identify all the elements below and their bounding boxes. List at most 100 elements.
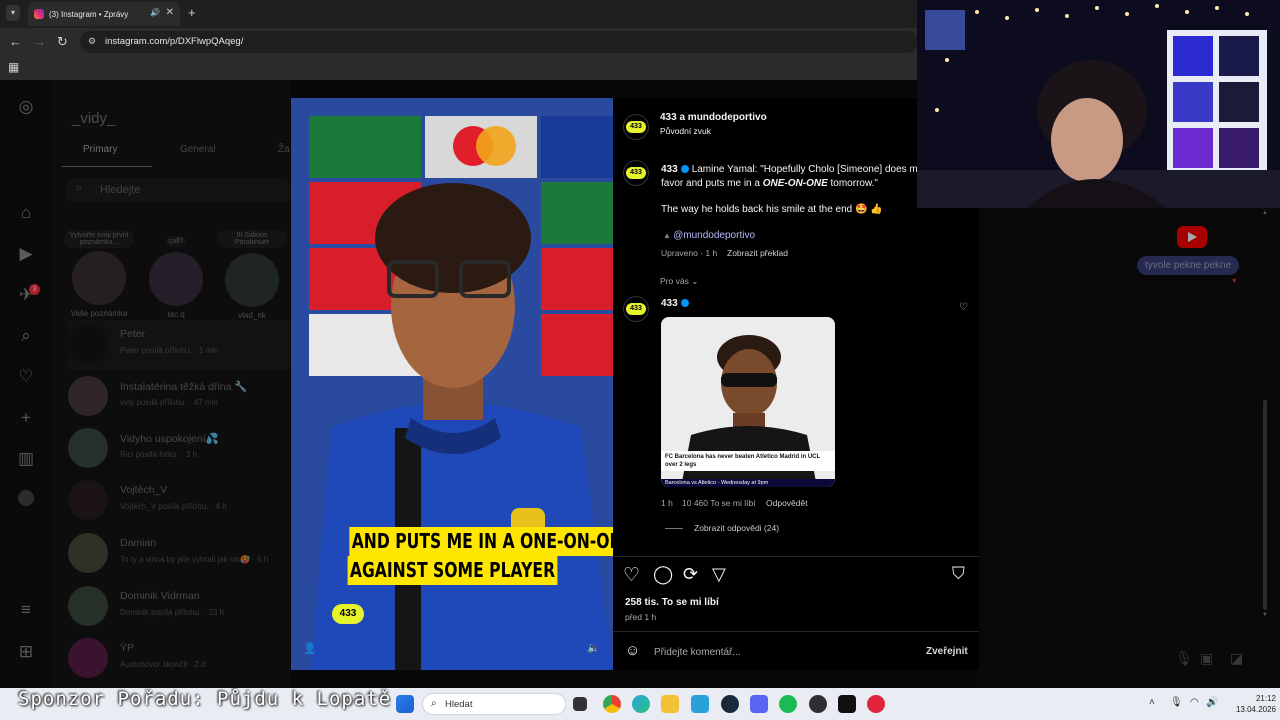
discord-icon[interactable] — [750, 695, 768, 713]
wifi-icon[interactable]: ◠ — [1190, 697, 1199, 708]
conversation-item[interactable]: Instalatérina těžká dřina 🔧 viný posílá … — [68, 372, 290, 422]
conversation-item[interactable]: Vojtěch_V Vojtěch_V posílá přílohu. · 4 … — [68, 476, 290, 526]
comment-username[interactable]: 433 — [661, 298, 692, 309]
caption-line-1: AND PUTS ME IN A ONE-ON-ONE — [349, 527, 613, 556]
conversation-item[interactable]: Vidyho uspokojení💦 Rici posílá fotku. · … — [68, 424, 290, 474]
comment-image[interactable]: FC Barcelona has never beaten Atletico M… — [661, 317, 835, 487]
search-icon[interactable]: ⌕ — [16, 326, 36, 346]
mention-link[interactable]: ▲ @mundodeportivo — [663, 230, 755, 241]
author-avatar[interactable] — [623, 114, 649, 140]
likes-count[interactable]: 258 tis. To se mi líbí — [625, 597, 719, 608]
more-menu-icon[interactable]: ≡ — [16, 600, 36, 620]
for-you-dropdown[interactable]: Pro vás ⌄ — [660, 276, 698, 287]
obs-icon[interactable] — [809, 695, 827, 713]
volume-icon[interactable]: 🔊 — [1206, 697, 1218, 708]
tray-mic-icon[interactable]: 🎙 — [1170, 697, 1183, 708]
microphone-icon[interactable]: 🎙 — [1175, 650, 1193, 667]
tab-general[interactable]: General — [180, 144, 216, 155]
publish-button[interactable]: Zveřejnit — [926, 646, 968, 657]
file-explorer-icon[interactable] — [661, 695, 679, 713]
conversation-preview: Peter posílá přílohu. · 1 min — [120, 346, 219, 355]
conversation-item[interactable]: Damian To ty a vinca by jste vyhrali jak… — [68, 529, 290, 579]
heart-icon[interactable]: ♡ — [16, 367, 36, 387]
conversation-item[interactable]: Peter Peter posílá přílohu. · 1 min — [68, 320, 290, 370]
tray-overflow-icon[interactable]: ˄ — [1149, 697, 1155, 708]
steam-icon[interactable] — [721, 695, 739, 713]
task-view-icon[interactable] — [573, 697, 587, 711]
streamlabs-icon[interactable] — [867, 695, 885, 713]
reel-video[interactable]: AND PUTS ME IN A ONE-ON-ONE AGAINST SOME… — [291, 98, 613, 670]
taskbar-search-placeholder: Hledat — [445, 699, 473, 710]
save-bookmark-icon[interactable]: ⛉ — [952, 564, 965, 584]
back-icon[interactable]: ← — [9, 34, 22, 49]
comment-like-icon[interactable]: ♡ — [959, 302, 968, 313]
reels-icon[interactable]: ▶ — [16, 244, 36, 264]
caption-text-2c: tomorrow." — [827, 178, 878, 189]
url-text[interactable]: instagram.com/p/DXFlwpQAqeg/ — [105, 36, 243, 47]
tab-search-icon[interactable]: ▾ — [6, 5, 20, 21]
meta-apps-icon[interactable]: ⊞ — [16, 642, 36, 662]
note-own[interactable]: Vytvořte svoji první poznámku... Vaše po… — [64, 230, 134, 318]
conversation-item[interactable]: Dominik Vidrman Dominik posílá přílohu. … — [68, 582, 290, 632]
spotify-icon[interactable] — [779, 695, 797, 713]
youtube-play-icon — [1188, 232, 1197, 242]
page-scrollbar[interactable]: ▲ ▼ — [1262, 210, 1268, 620]
taskbar-search[interactable]: ⌕ Hledat — [422, 693, 566, 715]
tab-other[interactable]: Ža — [278, 144, 290, 155]
scroll-up-icon[interactable]: ▲ — [1262, 210, 1268, 218]
original-audio-link[interactable]: Původní zvuk — [660, 126, 711, 136]
active-tab-indicator — [62, 166, 152, 167]
note-name: vlad_nk — [238, 311, 266, 320]
comment-avatar[interactable] — [623, 296, 649, 322]
edge-icon[interactable] — [632, 695, 650, 713]
like-icon[interactable]: ♡ — [623, 564, 640, 587]
reply-button[interactable]: Odpovědět — [766, 498, 808, 508]
capcut-icon[interactable] — [838, 695, 856, 713]
chrome-icon[interactable] — [603, 695, 621, 713]
caption-avatar[interactable] — [623, 160, 649, 186]
apps-grid-icon[interactable]: ▦ — [8, 60, 19, 74]
scrollbar-thumb[interactable] — [1263, 400, 1267, 610]
433-watermark-logo: 433 — [332, 604, 364, 624]
show-replies-button[interactable]: Zobrazit odpovědi (24) — [694, 523, 779, 533]
inbox-search-input[interactable]: ⌕ Hledejte — [66, 178, 290, 202]
new-tab-button[interactable]: + — [188, 5, 196, 20]
comment-input[interactable]: Přidejte komentář... — [654, 647, 741, 658]
url-box[interactable]: ⚙ instagram.com/p/DXFlwpQAqeg/ — [80, 31, 918, 53]
scroll-down-icon[interactable]: ▼ — [1262, 612, 1268, 620]
conversation-name: Dominik Vidrman — [120, 590, 200, 602]
tab-audio-icon[interactable]: 🔊 — [150, 8, 160, 17]
caption-username[interactable]: 433 — [661, 164, 678, 175]
share-icon[interactable]: ▽ — [712, 564, 726, 585]
image-icon[interactable]: ▣ — [1200, 650, 1213, 667]
post-authors[interactable]: 433 a mundodeportivo — [660, 112, 767, 123]
account-username[interactable]: _vidy_ — [72, 110, 115, 127]
tab-close-icon[interactable]: ✕ — [166, 7, 174, 18]
emoji-icon[interactable]: ☺ — [625, 642, 640, 659]
reload-icon[interactable]: ↻ — [57, 34, 68, 50]
instagram-logo-icon[interactable]: ◎ — [16, 97, 36, 117]
insights-icon[interactable]: ▥ — [16, 449, 36, 469]
site-info-icon[interactable]: ⚙ — [88, 36, 96, 47]
comment-likes[interactable]: 10 460 To se mi líbí — [682, 498, 756, 508]
note-bubble: call? — [165, 236, 187, 247]
tab-primary[interactable]: Primary — [83, 144, 117, 155]
conversation-item[interactable]: ŸP Audiohovor skončil · 2 d — [68, 634, 290, 684]
note-vladnk[interactable]: III Sidious Parabinuer vlad_nk — [217, 230, 287, 320]
home-icon[interactable]: ⌂ — [16, 203, 36, 223]
mute-toggle-icon[interactable]: 🔈 — [587, 643, 599, 654]
repost-icon[interactable]: ⟳ — [683, 564, 698, 585]
browser-tab[interactable]: (3) Instagram • Zprávy 🔊 ✕ — [28, 2, 180, 26]
taskbar-clock[interactable]: 21:12 13.04.2026 — [1222, 693, 1276, 715]
create-icon[interactable]: + — [16, 408, 36, 428]
profile-avatar-icon[interactable] — [18, 490, 34, 506]
comment-icon[interactable]: ◯ — [653, 564, 673, 585]
windows-start-icon[interactable] — [396, 695, 414, 713]
note-tacq[interactable]: call? tac.q — [141, 230, 211, 319]
caption-line-3: The way he holds back his smile at the e… — [661, 204, 883, 215]
tagged-users-icon[interactable]: 👤 — [303, 642, 317, 655]
forward-icon[interactable]: → — [33, 34, 46, 49]
show-translation-link[interactable]: Zobrazit překlad — [727, 248, 788, 258]
sticker-icon[interactable]: ◪ — [1230, 650, 1243, 667]
notepad-icon[interactable] — [691, 695, 709, 713]
